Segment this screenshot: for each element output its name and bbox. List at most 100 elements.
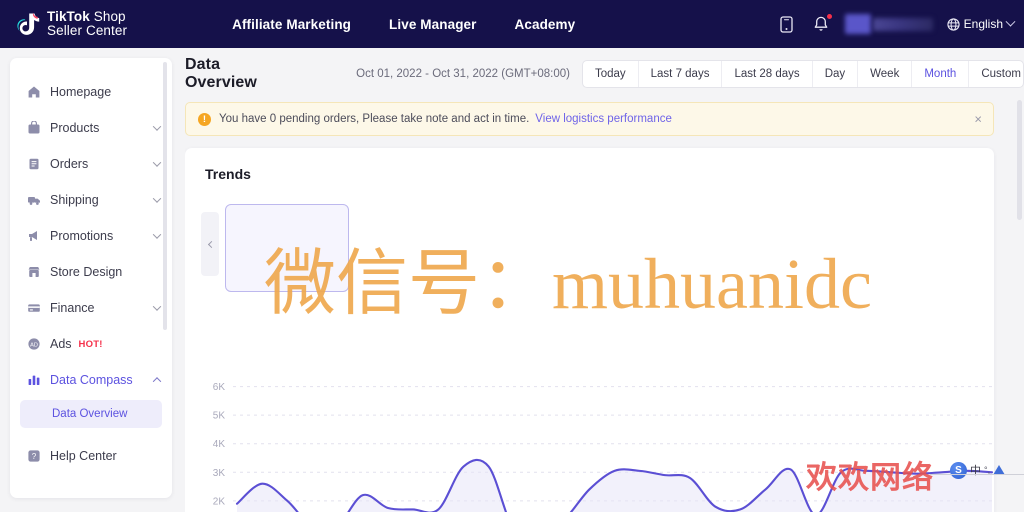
page-header: Data Overview Oct 01, 2022 - Oct 31, 202… bbox=[185, 48, 1024, 91]
taskbar-divider bbox=[930, 474, 1024, 475]
svg-text:5K: 5K bbox=[213, 411, 226, 422]
nav-link-live-manager[interactable]: Live Manager bbox=[389, 17, 476, 32]
warning-icon: ! bbox=[198, 112, 211, 126]
sidebar-item-homepage[interactable]: Homepage bbox=[10, 74, 172, 110]
svg-text:4K: 4K bbox=[213, 439, 226, 450]
close-icon[interactable]: × bbox=[974, 113, 982, 126]
username-redacted bbox=[872, 17, 933, 31]
range-button-today[interactable]: Today bbox=[583, 61, 639, 87]
chevron-down-icon bbox=[152, 122, 162, 131]
chevron-up-icon bbox=[152, 377, 162, 386]
range-button-custom[interactable]: Custom bbox=[969, 61, 1023, 87]
help-icon: ? bbox=[26, 449, 41, 464]
avatar bbox=[844, 14, 871, 34]
notification-badge-dot bbox=[825, 13, 833, 20]
svg-text:3K: 3K bbox=[213, 468, 226, 479]
trends-line-chart: 1K2K3K4K5K6K bbox=[213, 382, 994, 512]
chevron-down-icon bbox=[152, 158, 162, 167]
chevron-down-icon bbox=[152, 230, 162, 239]
sidebar-item-orders[interactable]: Orders bbox=[10, 146, 172, 182]
top-navigation-bar: TikTok Shop Seller Center Affiliate Mark… bbox=[0, 0, 1024, 48]
svg-text:2K: 2K bbox=[213, 496, 226, 507]
range-button-week[interactable]: Week bbox=[858, 61, 913, 87]
tiktok-note-icon bbox=[14, 10, 40, 38]
sidebar-item-label: Finance bbox=[50, 301, 95, 315]
top-nav-right-cluster: English bbox=[777, 0, 1016, 48]
metric-card-selected[interactable] bbox=[225, 204, 349, 292]
chevron-down-icon bbox=[1005, 16, 1016, 27]
range-button-day[interactable]: Day bbox=[813, 61, 859, 87]
sidebar-item-finance[interactable]: Finance bbox=[10, 290, 172, 326]
store-icon bbox=[26, 265, 41, 280]
trends-title: Trends bbox=[205, 166, 251, 182]
sidebar-item-help-center[interactable]: ? Help Center bbox=[10, 438, 172, 474]
chevron-down-icon bbox=[152, 194, 162, 203]
globe-icon bbox=[947, 17, 960, 31]
language-label: English bbox=[963, 17, 1003, 31]
brand-subtitle: Seller Center bbox=[47, 23, 128, 38]
sidebar-item-label: Homepage bbox=[50, 85, 112, 99]
hot-badge: HOT! bbox=[78, 338, 103, 350]
page-title: Data Overview bbox=[185, 56, 257, 91]
svg-text:6K: 6K bbox=[213, 382, 226, 393]
sidebar-item-label: Orders bbox=[50, 157, 89, 171]
sidebar-scrollbar[interactable] bbox=[163, 62, 167, 330]
nav-link-affiliate-marketing[interactable]: Affiliate Marketing bbox=[232, 17, 351, 32]
sidebar-item-label: Shipping bbox=[50, 193, 99, 207]
ime-floating-toolbar[interactable]: S 中 °, bbox=[950, 459, 1006, 481]
user-account-area[interactable] bbox=[844, 14, 933, 34]
pending-orders-banner: ! You have 0 pending orders, Please take… bbox=[185, 102, 994, 136]
sidebar-item-shipping[interactable]: Shipping bbox=[10, 182, 172, 218]
sidebar-item-store-design[interactable]: Store Design bbox=[10, 254, 172, 290]
range-button-month[interactable]: Month bbox=[912, 61, 970, 87]
brand-name-rest: Shop bbox=[89, 9, 126, 24]
box-icon bbox=[26, 121, 41, 136]
language-selector[interactable]: English bbox=[947, 16, 1016, 31]
sidebar-item-label: Store Design bbox=[50, 265, 123, 279]
svg-text:?: ? bbox=[31, 452, 36, 461]
sidebar-subitem-label: Data Overview bbox=[52, 408, 128, 420]
sidebar-item-label: Help Center bbox=[50, 449, 117, 463]
megaphone-icon bbox=[26, 229, 41, 244]
sidebar-item-data-compass[interactable]: Data Compass bbox=[10, 362, 172, 398]
ads-icon: AD bbox=[26, 337, 41, 352]
range-button-last-28-days[interactable]: Last 28 days bbox=[722, 61, 813, 87]
ime-mode-label[interactable]: 中 bbox=[970, 462, 981, 478]
sogou-ime-icon[interactable]: S bbox=[950, 461, 967, 479]
range-button-last-7-days[interactable]: Last 7 days bbox=[639, 61, 723, 87]
brand-name-bold: TikTok bbox=[47, 9, 90, 24]
sidebar-item-ads[interactable]: AD Ads HOT! bbox=[10, 326, 172, 362]
date-range-label: Oct 01, 2022 - Oct 31, 2022 (GMT+08:00) bbox=[356, 68, 570, 80]
mobile-device-icon[interactable] bbox=[777, 14, 797, 34]
truck-icon bbox=[26, 193, 41, 208]
sidebar-item-label: Ads bbox=[50, 337, 72, 351]
chevron-down-icon bbox=[152, 302, 162, 311]
bar-chart-icon bbox=[26, 373, 41, 388]
chart-area-fill bbox=[237, 459, 992, 512]
clipboard-icon bbox=[26, 157, 41, 172]
brand-logo[interactable]: TikTok Shop Seller Center bbox=[14, 10, 127, 38]
view-logistics-performance-link[interactable]: View logistics performance bbox=[535, 113, 672, 125]
sidebar-item-label: Products bbox=[50, 121, 100, 135]
sidebar-item-label: Data Compass bbox=[50, 373, 133, 387]
sidebar-item-products[interactable]: Products bbox=[10, 110, 172, 146]
content-scrollbar[interactable] bbox=[1017, 100, 1022, 220]
carousel-prev-button[interactable] bbox=[201, 212, 219, 276]
top-nav-links: Affiliate Marketing Live Manager Academy bbox=[232, 17, 575, 32]
sidebar-subitem-data-overview[interactable]: Data Overview bbox=[20, 400, 162, 428]
home-icon bbox=[26, 85, 41, 100]
svg-text:AD: AD bbox=[30, 342, 38, 348]
sidebar-item-promotions[interactable]: Promotions bbox=[10, 218, 172, 254]
brand-text: TikTok Shop Seller Center bbox=[47, 10, 127, 38]
sidebar-item-label: Promotions bbox=[50, 229, 114, 243]
card-icon bbox=[26, 301, 41, 316]
sidebar: Homepage Products Orders Shipping Promot… bbox=[10, 58, 172, 498]
metric-carousel bbox=[185, 196, 994, 292]
nav-link-academy[interactable]: Academy bbox=[515, 17, 576, 32]
trends-chart[interactable]: 1K2K3K4K5K6K bbox=[185, 340, 994, 512]
chevron-left-icon bbox=[207, 240, 215, 248]
notification-bell-icon[interactable] bbox=[811, 13, 833, 34]
trends-card: Trends 1K2K3K4K5K6K bbox=[185, 148, 994, 512]
date-range-button-group: Today Last 7 days Last 28 days Day Week … bbox=[581, 60, 1024, 88]
